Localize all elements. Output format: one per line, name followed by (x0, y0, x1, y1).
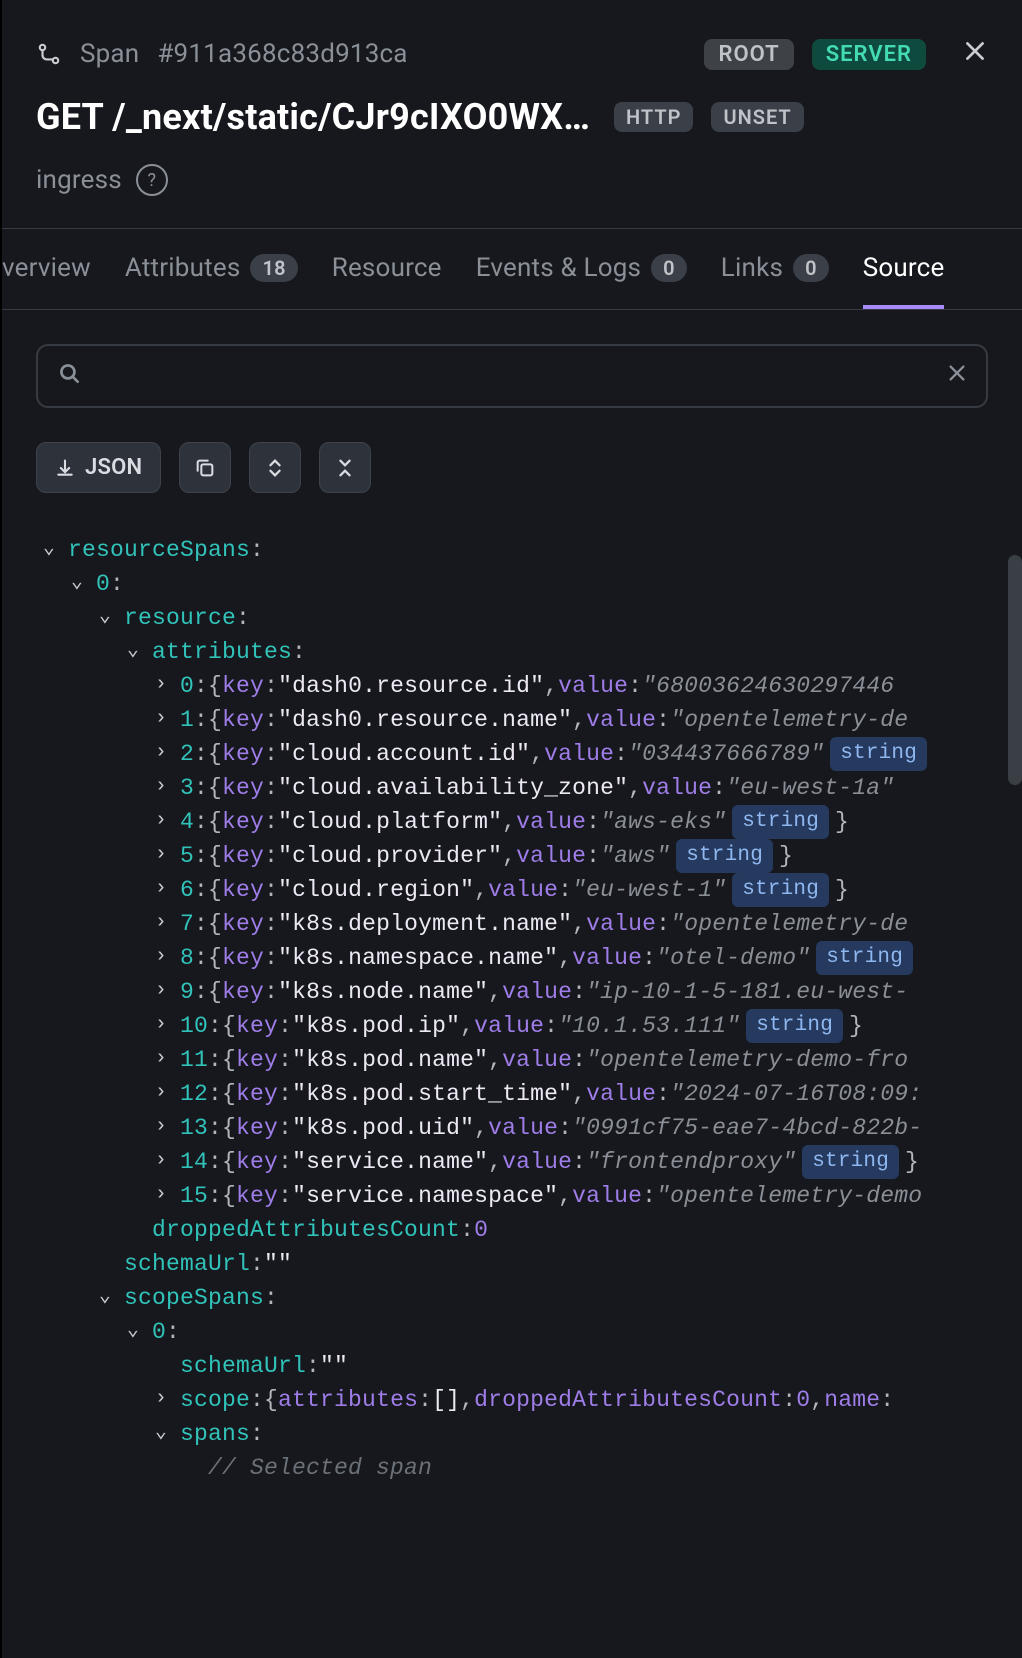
json-viewer[interactable]: ⌄resourceSpans: ⌄0: ⌄resource: ⌄attribut… (2, 517, 1022, 1485)
collapse-all-button[interactable] (319, 442, 371, 493)
search-input-wrap[interactable] (36, 344, 988, 408)
tabs: verview Attributes 18 Resource Events & … (2, 229, 1022, 310)
badge-unset: UNSET (711, 102, 803, 132)
attr-row[interactable]: ›10: {key: "k8s.pod.ip", value: "10.1.53… (36, 1009, 1022, 1043)
chevron-right-icon[interactable]: › (148, 940, 174, 974)
attr-row[interactable]: ›13: {key: "k8s.pod.uid", value: "0991cf… (36, 1111, 1022, 1145)
tab-attributes-count: 18 (250, 254, 297, 282)
tab-links[interactable]: Links 0 (721, 229, 829, 309)
help-icon[interactable]: ? (136, 164, 168, 196)
attr-row[interactable]: ›3: {key: "cloud.availability_zone", val… (36, 771, 1022, 805)
attr-row[interactable]: ›8: {key: "k8s.namespace.name", value: "… (36, 941, 1022, 975)
expand-all-button[interactable] (249, 442, 301, 493)
type-badge: string (802, 1145, 899, 1179)
chevron-right-icon[interactable]: › (148, 872, 174, 906)
badge-http: HTTP (614, 102, 693, 132)
chevron-down-icon[interactable]: ⌄ (120, 634, 146, 668)
chevron-right-icon[interactable]: › (148, 1076, 174, 1110)
tab-events[interactable]: Events & Logs 0 (476, 229, 687, 309)
download-json-button[interactable]: JSON (36, 442, 161, 493)
attr-row[interactable]: ›15: {key: "service.namespace", value: "… (36, 1179, 1022, 1213)
tab-resource[interactable]: Resource (332, 229, 442, 309)
scrollbar[interactable] (1008, 555, 1022, 785)
tab-links-count: 0 (793, 254, 829, 282)
span-id: #911a368c83d913ca (157, 39, 407, 69)
attr-row[interactable]: ›4: {key: "cloud.platform", value: "aws-… (36, 805, 1022, 839)
span-title: GET /_next/static/CJr9cIXO0WXMduPm… (36, 96, 596, 138)
tab-events-count: 0 (651, 254, 687, 282)
chevron-right-icon[interactable]: › (148, 770, 174, 804)
chevron-down-icon[interactable]: ⌄ (120, 1314, 146, 1348)
span-panel: Span #911a368c83d913ca ROOT SERVER GET /… (0, 0, 1022, 1658)
attr-row[interactable]: ›2: {key: "cloud.account.id", value: "03… (36, 737, 1022, 771)
chevron-down-icon[interactable]: ⌄ (36, 532, 62, 566)
badge-server: SERVER (812, 39, 926, 70)
chevron-right-icon[interactable]: › (148, 1382, 174, 1416)
attr-row[interactable]: ›12: {key: "k8s.pod.start_time", value: … (36, 1077, 1022, 1111)
chevron-right-icon[interactable]: › (148, 974, 174, 1008)
chevron-right-icon[interactable]: › (148, 668, 174, 702)
branch-icon (36, 41, 62, 67)
attr-row[interactable]: ›0: {key: "dash0.resource.id", value: "6… (36, 669, 1022, 703)
clear-icon[interactable] (946, 362, 968, 390)
tab-attributes[interactable]: Attributes 18 (125, 229, 298, 309)
chevron-down-icon[interactable]: ⌄ (92, 1280, 118, 1314)
chevron-down-icon[interactable]: ⌄ (64, 566, 90, 600)
attr-row[interactable]: ›14: {key: "service.name", value: "front… (36, 1145, 1022, 1179)
chevron-right-icon[interactable]: › (148, 736, 174, 770)
type-badge: string (732, 805, 829, 839)
header: Span #911a368c83d913ca ROOT SERVER GET /… (2, 0, 1022, 229)
search-icon (56, 360, 82, 392)
attr-row[interactable]: ›1: {key: "dash0.resource.name", value: … (36, 703, 1022, 737)
chevron-right-icon[interactable]: › (148, 1008, 174, 1042)
search-input[interactable] (98, 361, 946, 391)
attr-row[interactable]: ›11: {key: "k8s.pod.name", value: "opent… (36, 1043, 1022, 1077)
close-icon[interactable] (962, 38, 988, 70)
chevron-right-icon[interactable]: › (148, 906, 174, 940)
badge-root: ROOT (704, 39, 793, 70)
chevron-right-icon[interactable]: › (148, 838, 174, 872)
attr-row[interactable]: ›5: {key: "cloud.provider", value: "aws"… (36, 839, 1022, 873)
type-badge: string (830, 737, 927, 771)
attr-row[interactable]: ›9: {key: "k8s.node.name", value: "ip-10… (36, 975, 1022, 1009)
chevron-right-icon[interactable]: › (148, 804, 174, 838)
chevron-right-icon[interactable]: › (148, 1042, 174, 1076)
chevron-right-icon[interactable]: › (148, 1178, 174, 1212)
type-badge: string (746, 1009, 843, 1043)
type-badge: string (676, 839, 773, 873)
toolbar: JSON (2, 442, 1022, 517)
chevron-down-icon[interactable]: ⌄ (92, 600, 118, 634)
chevron-right-icon[interactable]: › (148, 1144, 174, 1178)
chevron-down-icon[interactable]: ⌄ (148, 1416, 174, 1450)
copy-button[interactable] (179, 442, 231, 493)
type-badge: string (816, 941, 913, 975)
chevron-right-icon[interactable]: › (148, 702, 174, 736)
attr-row[interactable]: ›6: {key: "cloud.region", value: "eu-wes… (36, 873, 1022, 907)
type-badge: string (732, 873, 829, 907)
chevron-right-icon[interactable]: › (148, 1110, 174, 1144)
attr-row[interactable]: ›7: {key: "k8s.deployment.name", value: … (36, 907, 1022, 941)
tab-source[interactable]: Source (863, 229, 945, 309)
service-name: ingress (36, 165, 122, 195)
tab-overview[interactable]: verview (2, 229, 91, 309)
span-label: Span (80, 39, 139, 69)
